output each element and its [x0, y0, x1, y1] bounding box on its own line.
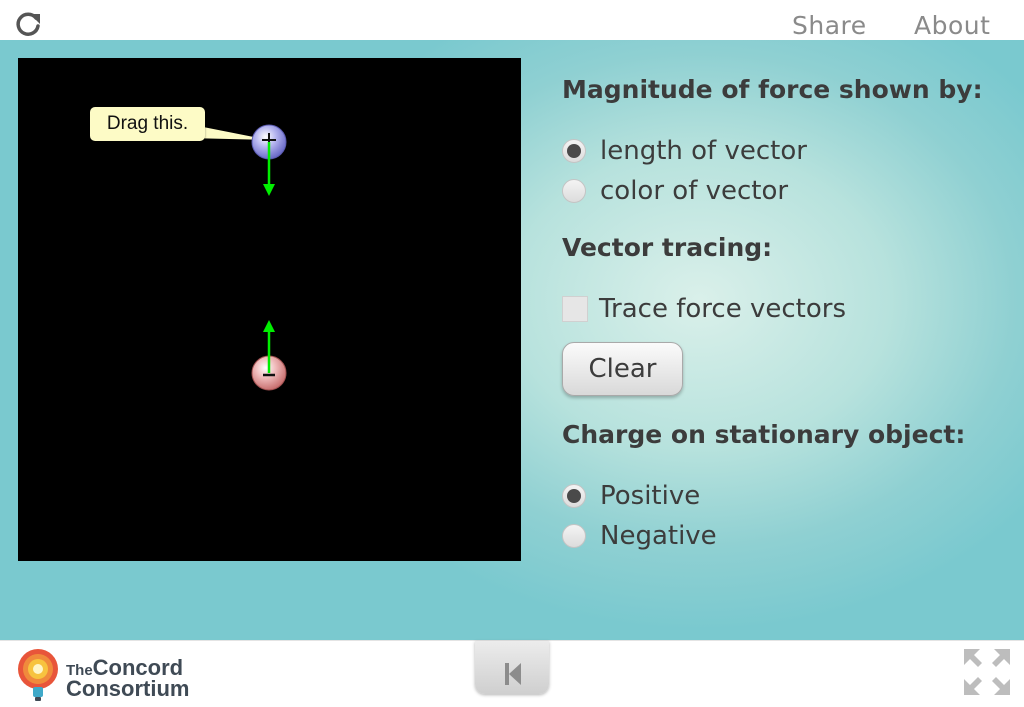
radio-length-of-vector[interactable]: length of vector — [562, 135, 807, 167]
reload-icon[interactable] — [14, 10, 42, 38]
fullscreen-icon[interactable] — [962, 647, 1012, 697]
radio-button[interactable] — [562, 524, 586, 548]
radio-label: length of vector — [600, 136, 807, 166]
radio-button-selected[interactable] — [562, 139, 586, 163]
radio-color-of-vector[interactable]: color of vector — [562, 175, 788, 207]
radio-negative[interactable]: Negative — [562, 520, 717, 552]
radio-button-selected[interactable] — [562, 484, 586, 508]
trace-vectors-checkbox-row[interactable]: Trace force vectors — [562, 293, 846, 325]
concord-consortium-logo[interactable]: TheConcord Consortium — [14, 645, 194, 703]
logo-text-line2: Consortium — [66, 676, 190, 701]
trace-vectors-checkbox[interactable] — [562, 296, 588, 322]
reset-button[interactable] — [475, 641, 549, 694]
simulation-stage: Drag this. Magnitude of force shown by: … — [0, 40, 1024, 640]
radio-label: Negative — [600, 521, 717, 551]
vector-tracing-heading: Vector tracing: — [562, 233, 773, 262]
lightbulb-logo-icon — [18, 649, 58, 701]
radio-label: color of vector — [600, 176, 789, 206]
simulation-canvas: Drag this. — [18, 58, 521, 561]
about-link[interactable]: About — [914, 11, 990, 40]
controls-panel: Magnitude of force shown by: length of v… — [562, 40, 1012, 640]
top-bar: Share About — [0, 0, 1024, 41]
charge-heading: Charge on stationary object: — [562, 420, 966, 449]
bottom-bar: TheConcord Consortium — [0, 640, 1024, 707]
clear-button[interactable]: Clear — [562, 342, 683, 396]
radio-positive[interactable]: Positive — [562, 480, 700, 512]
radio-button[interactable] — [562, 179, 586, 203]
drag-callout: Drag this. — [90, 107, 205, 141]
share-link[interactable]: Share — [792, 11, 867, 40]
magnitude-heading: Magnitude of force shown by: — [562, 75, 983, 104]
checkbox-label: Trace force vectors — [599, 294, 846, 324]
skip-to-start-icon — [505, 663, 521, 685]
radio-label: Positive — [600, 481, 701, 511]
